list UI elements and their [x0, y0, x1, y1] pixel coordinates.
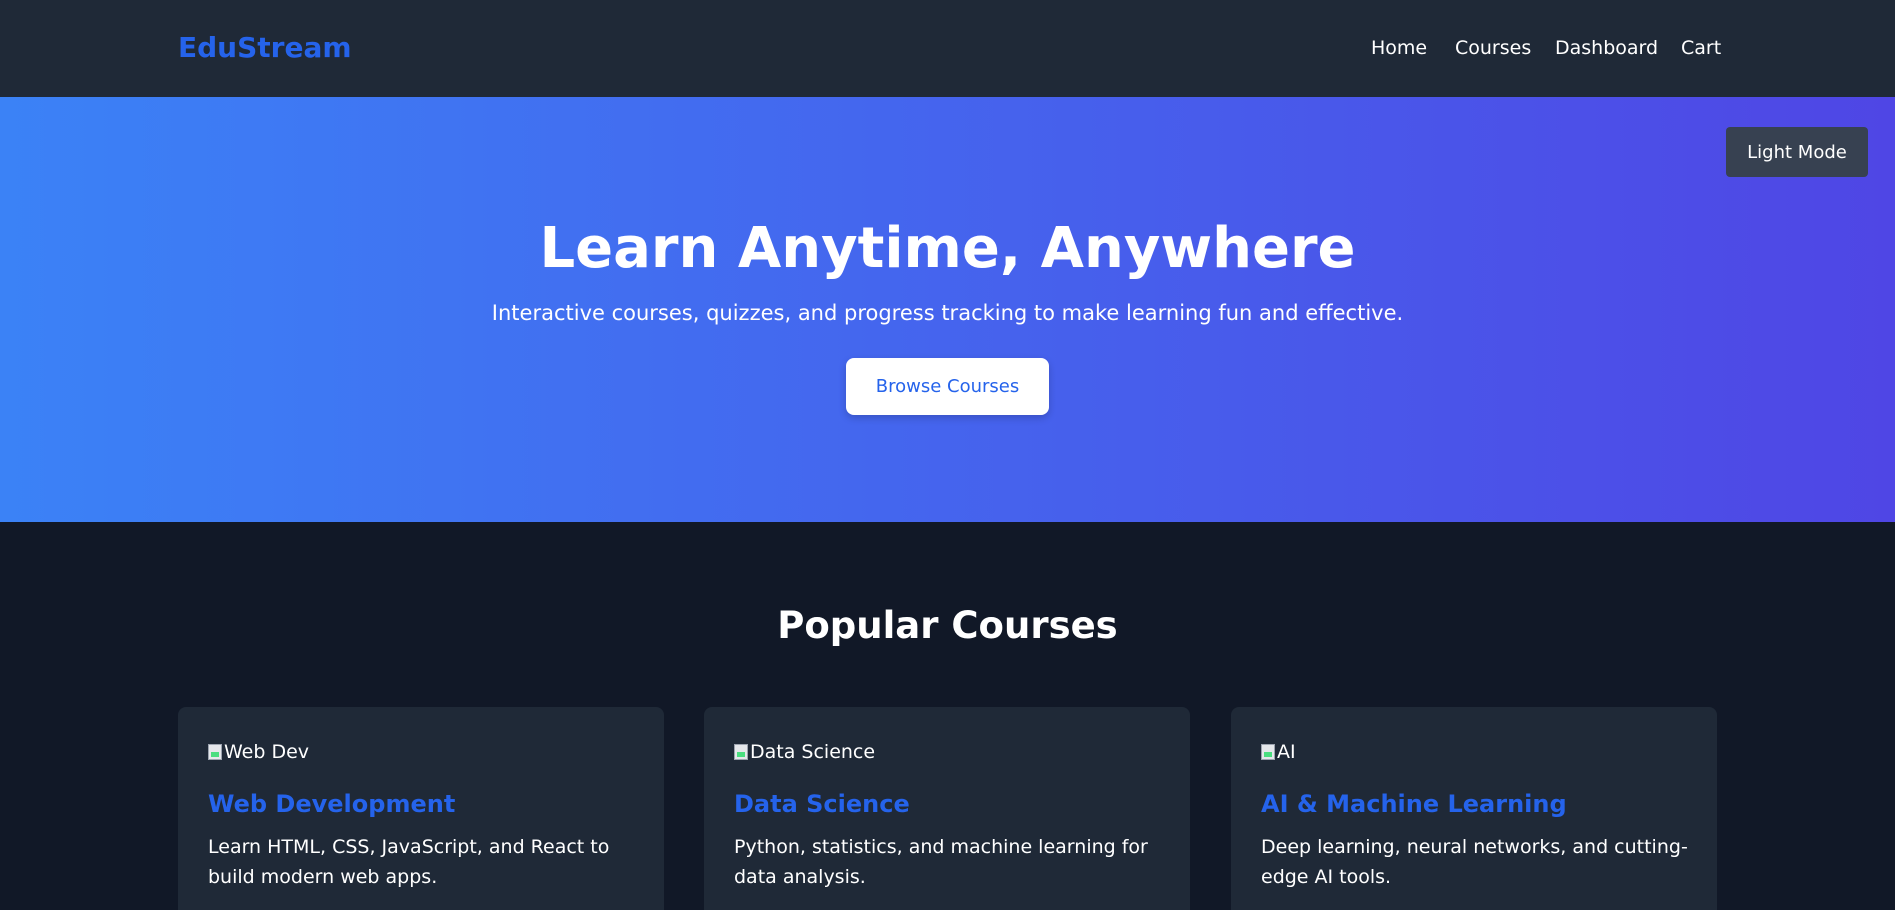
course-description: Python, statistics, and machine learning… [734, 836, 1148, 888]
course-description: Deep learning, neural networks, and cutt… [1261, 836, 1688, 888]
course-image: Data Science [734, 737, 875, 767]
course-card-ai-ml[interactable]: AI AI & Machine Learning Deep learning, … [1231, 707, 1717, 910]
theme-toggle-button[interactable]: Light Mode [1726, 127, 1868, 177]
course-image-alt: AI [1277, 741, 1296, 763]
nav-link-cart[interactable]: Cart [1681, 35, 1721, 61]
course-card-web-development[interactable]: Web Dev Web Development Learn HTML, CSS,… [178, 707, 664, 910]
course-title[interactable]: Web Development [208, 788, 455, 820]
hero-section: Light Mode Learn Anytime, Anywhere Inter… [0, 97, 1895, 522]
broken-image-icon [208, 744, 222, 760]
popular-courses-section: Popular Courses Web Dev Web Development … [0, 522, 1895, 910]
navbar: EduStream Home Courses Dashboard Cart [0, 0, 1895, 97]
course-image-alt: Web Dev [224, 741, 310, 763]
course-card-data-science[interactable]: Data Science Data Science Python, statis… [704, 707, 1190, 910]
page: EduStream Home Courses Dashboard Cart Li… [0, 0, 1895, 910]
course-image-alt: Data Science [750, 741, 876, 763]
hero-subtitle: Interactive courses, quizzes, and progre… [491, 301, 1404, 325]
course-image: AI [1261, 737, 1296, 767]
hero-title: Learn Anytime, Anywhere [539, 216, 1356, 281]
course-title[interactable]: AI & Machine Learning [1261, 788, 1567, 820]
nav-link-home[interactable]: Home [1371, 35, 1427, 61]
section-title: Popular Courses [777, 604, 1118, 647]
nav-link-dashboard[interactable]: Dashboard [1555, 35, 1658, 61]
course-image: Web Dev [208, 737, 309, 767]
broken-image-icon [734, 744, 748, 760]
course-description: Learn HTML, CSS, JavaScript, and React t… [208, 836, 610, 888]
course-title[interactable]: Data Science [734, 788, 910, 820]
browse-courses-button[interactable]: Browse Courses [846, 358, 1049, 415]
nav-link-courses[interactable]: Courses [1455, 35, 1531, 61]
broken-image-icon [1261, 744, 1275, 760]
brand-logo[interactable]: EduStream [178, 30, 352, 66]
